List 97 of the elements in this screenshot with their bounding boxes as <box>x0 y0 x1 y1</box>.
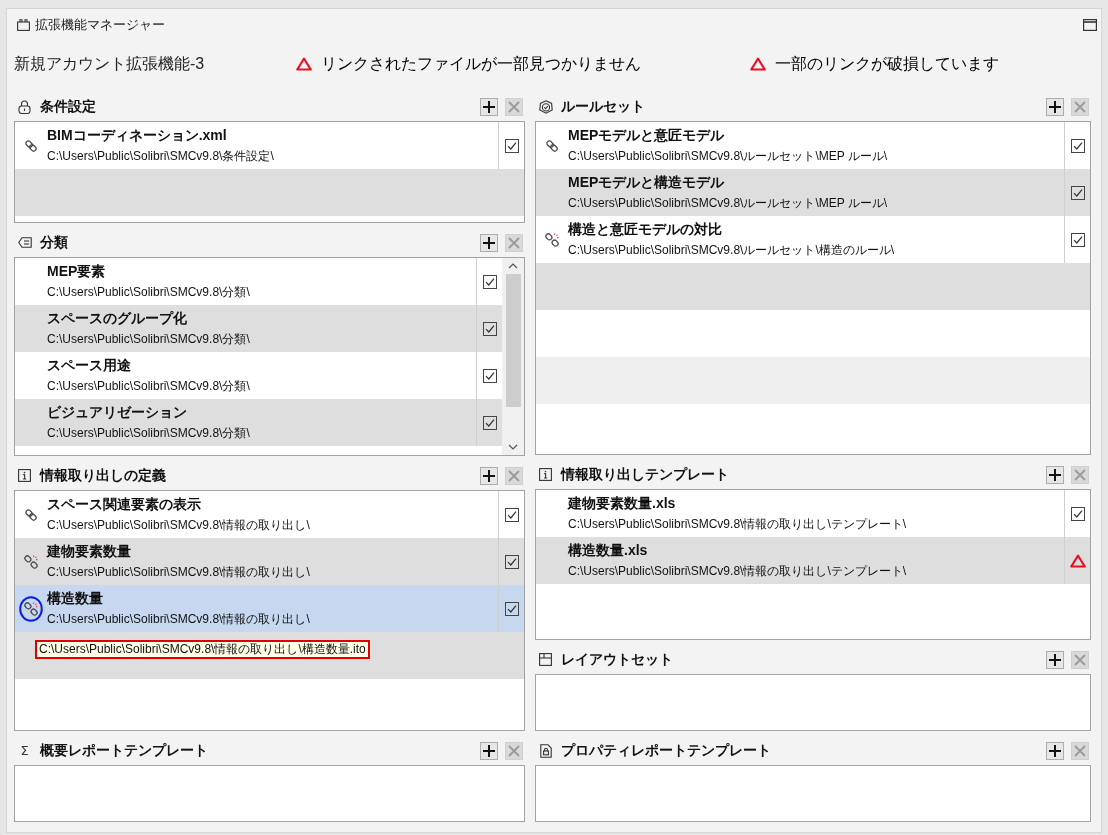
checkbox[interactable] <box>1070 506 1085 521</box>
add-button[interactable] <box>1046 650 1064 669</box>
panel-title: 情報取り出しテンプレート <box>561 465 729 484</box>
layout-icon <box>539 653 552 666</box>
file-path: C:\Users\Public\Solibri\SMCv9.8\ルールセット\MEP ルール\ <box>568 148 888 164</box>
close-icon <box>508 469 520 482</box>
close-icon <box>508 744 520 757</box>
plus-icon <box>1049 744 1061 757</box>
file-path: C:\Users\Public\Solibri\SMCv9.8\情報の取り出し\テンプレート\ <box>568 516 907 532</box>
file-name: スペースのグループ化 <box>47 309 187 328</box>
add-button[interactable] <box>480 741 498 760</box>
panel-title: 分類 <box>40 233 68 252</box>
warning-icon <box>296 57 312 71</box>
file-name: BIMコーディネーション.xml <box>47 126 227 145</box>
info-icon <box>18 469 31 482</box>
file-path: C:\Users\Public\Solibri\SMCv9.8\条件設定\ <box>47 148 274 164</box>
warning-icon <box>750 57 766 71</box>
add-button[interactable] <box>1046 741 1064 760</box>
file-name: スペース用途 <box>47 356 131 375</box>
checkbox[interactable] <box>504 601 519 616</box>
list-row[interactable]: 構造数量 C:\Users\Public\Solibri\SMCv9.8\情報の取り出し\ <box>15 585 524 632</box>
checkbox[interactable] <box>482 415 497 430</box>
file-path: C:\Users\Public\Solibri\SMCv9.8\分類\ <box>47 331 250 347</box>
checkbox[interactable] <box>1070 138 1085 153</box>
extension-name: 新規アカウント拡張機能-3 <box>14 54 206 74</box>
file-path: C:\Users\Public\Solibri\SMCv9.8\分類\ <box>47 425 250 441</box>
badge-check-icon <box>538 99 553 114</box>
file-name: スペース関連要素の表示 <box>47 495 201 514</box>
tag-icon <box>17 237 32 248</box>
panel-title: 情報取り出しの定義 <box>40 466 166 485</box>
chevron-down-icon[interactable] <box>508 444 518 450</box>
file-name: 構造数量 <box>47 589 103 608</box>
sigma-symbol: Σ <box>20 743 29 758</box>
panel-title: ルールセット <box>561 97 645 116</box>
add-button[interactable] <box>1046 465 1064 484</box>
close-icon <box>1074 744 1086 757</box>
file-name: 構造数量.xls <box>568 541 648 560</box>
file-path: C:\Users\Public\Solibri\SMCv9.8\情報の取り出し\ <box>47 517 310 533</box>
checkbox[interactable] <box>1070 232 1085 247</box>
scrollbar[interactable] <box>502 258 524 455</box>
tooltip: C:\Users\Public\Solibri\SMCv9.8\情報の取り出し\構造数量.ito <box>35 640 370 659</box>
file-path: C:\Users\Public\Solibri\SMCv9.8\情報の取り出し\ <box>47 611 310 627</box>
box-icon <box>17 19 30 31</box>
info-icon <box>539 468 552 481</box>
close-icon <box>508 236 520 249</box>
file-name: ビジュアリゼーション <box>47 403 187 422</box>
list-row[interactable]: 建物要素数量 C:\Users\Public\Solibri\SMCv9.8\情報の取り出し\ <box>15 538 524 585</box>
add-button[interactable] <box>480 466 498 485</box>
add-button[interactable] <box>1046 97 1064 116</box>
checkbox[interactable] <box>482 368 497 383</box>
checkbox[interactable] <box>482 321 497 336</box>
file-path: C:\Users\Public\Solibri\SMCv9.8\情報の取り出し\ <box>47 564 310 580</box>
file-path: C:\Users\Public\Solibri\SMCv9.8\分類\ <box>47 378 250 394</box>
list-row[interactable]: ビジュアリゼーション C:\Users\Public\Solibri\SMCv9.8\分類\ <box>15 399 502 446</box>
add-button[interactable] <box>480 97 498 116</box>
checkbox[interactable] <box>504 554 519 569</box>
plus-icon <box>1049 653 1061 666</box>
panel-title: プロパティレポートテンプレート <box>561 741 771 760</box>
file-name: MEPモデルと構造モデル <box>568 173 725 192</box>
file-name: MEP要素 <box>47 262 106 281</box>
close-icon <box>1074 653 1086 666</box>
close-icon <box>1074 468 1086 481</box>
file-name: 建物要素数量.xls <box>568 494 676 513</box>
panel-title: 条件設定 <box>40 97 96 116</box>
plus-icon <box>1049 468 1061 481</box>
close-icon <box>508 100 520 113</box>
file-path: C:\Users\Public\Solibri\SMCv9.8\情報の取り出し\テンプレート\ <box>568 563 907 579</box>
checkbox[interactable] <box>504 507 519 522</box>
scroll-thumb[interactable] <box>505 274 521 407</box>
plus-icon <box>1049 100 1061 113</box>
maximize-icon[interactable] <box>1083 19 1097 31</box>
padlock-icon <box>18 99 31 114</box>
warning-message: リンクされたファイルが一部見つかりません <box>321 54 641 74</box>
list-row[interactable]: MEPモデルと構造モデル C:\Users\Public\Solibri\SMCv9.8\ルールセット\MEP ルール\ <box>536 169 1090 216</box>
file-name: 構造と意匠モデルの対比 <box>568 220 722 239</box>
document-icon <box>539 743 552 758</box>
checkbox[interactable] <box>482 274 497 289</box>
add-button[interactable] <box>480 233 498 252</box>
list-row[interactable]: 構造数量.xls C:\Users\Public\Solibri\SMCv9.8\情報の取り出し\テンプレート\ <box>536 537 1090 584</box>
file-path: C:\Users\Public\Solibri\SMCv9.8\分類\ <box>47 284 250 300</box>
chevron-up-icon[interactable] <box>508 263 518 269</box>
list-row[interactable]: スペースのグループ化 C:\Users\Public\Solibri\SMCv9.8\分類\ <box>15 305 502 352</box>
plus-icon <box>483 100 495 113</box>
window-title: 拡張機能マネージャー <box>35 16 165 35</box>
plus-icon <box>483 744 495 757</box>
file-path: C:\Users\Public\Solibri\SMCv9.8\ルールセット\MEP ルール\ <box>568 195 888 211</box>
plus-icon <box>483 236 495 249</box>
checkbox[interactable] <box>504 138 519 153</box>
close-icon <box>1074 100 1086 113</box>
plus-icon <box>483 469 495 482</box>
panel-title: レイアウトセット <box>561 650 673 669</box>
panel-title: 概要レポートテンプレート <box>40 741 208 760</box>
file-name: MEPモデルと意匠モデル <box>568 126 725 145</box>
file-name: 建物要素数量 <box>47 542 131 561</box>
warning-message: 一部のリンクが破損しています <box>775 54 999 74</box>
checkbox[interactable] <box>1070 185 1085 200</box>
file-path: C:\Users\Public\Solibri\SMCv9.8\ルールセット\構造のルール\ <box>568 242 895 258</box>
